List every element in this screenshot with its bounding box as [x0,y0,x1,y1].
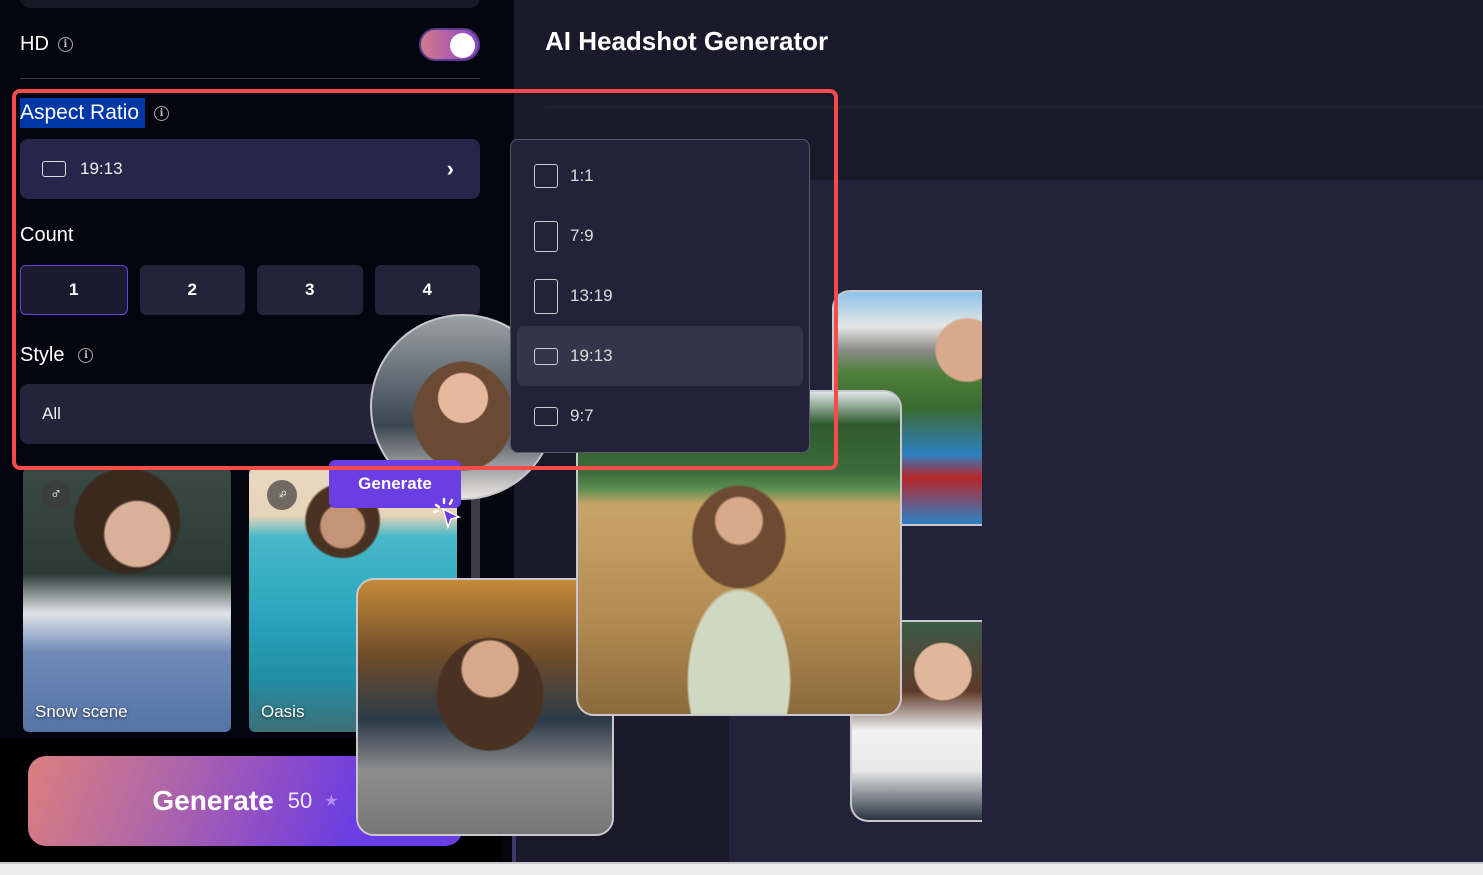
option-label: 13:19 [570,286,613,305]
aspect-ratio-option[interactable]: 1:1 [517,146,803,206]
count-option-3[interactable]: 3 [257,265,363,315]
count-label: Count [20,224,74,246]
aspect-ratio-option-selected[interactable]: 19:13 [517,326,803,386]
count-option-2[interactable]: 2 [139,265,245,315]
option-label: 9:7 [570,406,594,425]
aspect-ratio-header: Aspect Ratio i [20,98,170,128]
landscape-ratio-icon [534,347,558,365]
style-card-title: Oasis [261,702,305,721]
style-card[interactable]: ♂ Snow scene [23,468,231,732]
option-label: 7:9 [570,226,594,245]
hd-toggle[interactable] [419,28,480,61]
count-option-4[interactable]: 4 [374,265,480,315]
taskbar-edge [0,862,1483,875]
previous-section-card [20,0,480,8]
aspect-ratio-option[interactable]: 7:9 [517,206,803,266]
count-option-1[interactable]: 1 [20,265,128,315]
style-card-title: Snow scene [35,702,128,721]
option-label: 19:13 [570,346,613,365]
style-label: Style [20,343,65,366]
style-value: All [42,404,61,423]
square-ratio-icon [534,164,558,188]
page-title: AI Headshot Generator [545,26,829,56]
male-symbol-icon: ♂ [41,480,71,510]
click-cursor-icon [432,497,462,529]
hd-label: HD [20,32,49,55]
star-icon: ★ [324,793,339,810]
generate-label: Generate [152,785,274,816]
tall-portrait-ratio-icon [534,278,558,314]
chevron-right-icon: › [446,156,454,181]
wide-ratio-icon [534,406,558,426]
aspect-ratio-option[interactable]: 9:7 [517,386,803,446]
divider [545,106,1483,109]
toggle-knob [450,33,475,58]
hd-row: HD i [20,28,480,61]
option-label: 1:1 [570,166,594,185]
portrait-ratio-icon [534,220,558,252]
landscape-ratio-icon [42,161,66,177]
aspect-ratio-label: Aspect Ratio [20,98,146,128]
aspect-ratio-value: 19:13 [80,159,123,178]
female-symbol-icon: ♀ [267,480,297,510]
count-options: 1 2 3 4 [20,265,480,315]
credit-cost: 50 [287,788,313,813]
aspect-ratio-select[interactable]: 19:13 › [20,139,480,199]
aspect-ratio-option[interactable]: 13:19 [517,266,803,326]
info-icon[interactable]: i [57,36,73,52]
divider [20,78,480,79]
info-icon[interactable]: i [154,105,170,121]
aspect-ratio-dropdown: 1:1 7:9 13:19 19:13 9:7 [510,139,810,453]
app-root: HD i Aspect Ratio i 19:13 › Count 1 2 3 … [0,0,1483,875]
info-icon[interactable]: i [78,347,94,363]
